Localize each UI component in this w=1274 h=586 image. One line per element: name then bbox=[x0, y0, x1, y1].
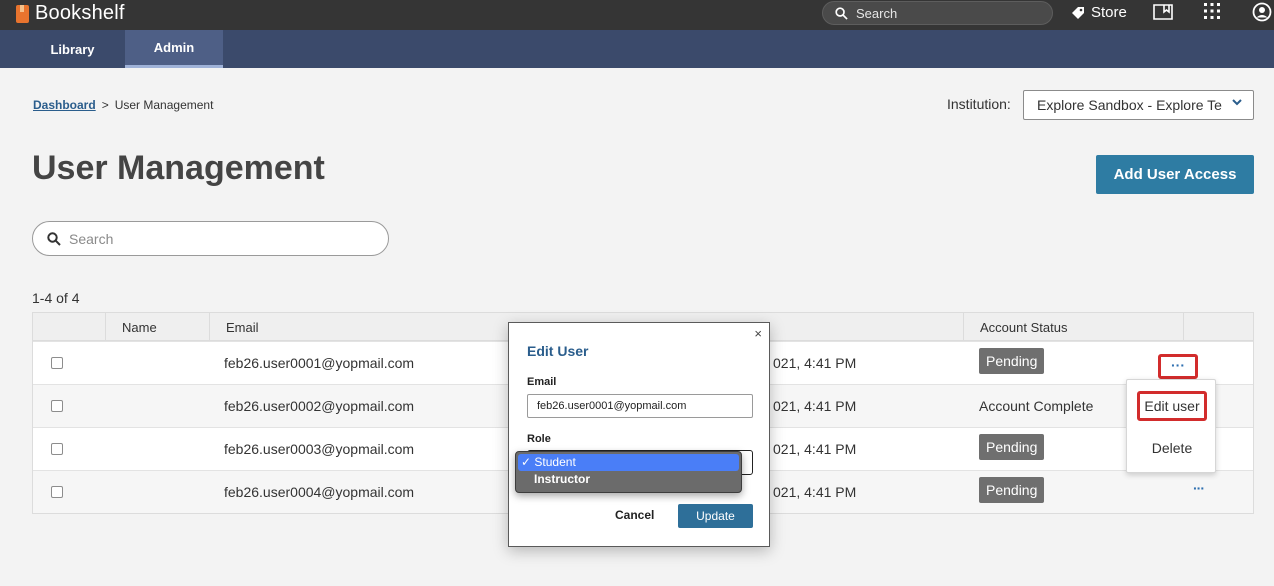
app-logo[interactable]: Bookshelf bbox=[16, 2, 125, 25]
store-label: Store bbox=[1091, 4, 1127, 21]
role-dropdown-list: ✓ Student Instructor bbox=[515, 451, 742, 493]
header-name[interactable]: Name bbox=[105, 313, 209, 341]
row-actions-menu: Edit user Delete bbox=[1126, 379, 1216, 473]
store-link[interactable]: Store bbox=[1071, 4, 1127, 21]
role-option-student[interactable]: ✓ Student bbox=[518, 454, 739, 471]
breadcrumb: Dashboard > User Management bbox=[33, 98, 213, 112]
cancel-button[interactable]: Cancel bbox=[615, 508, 654, 522]
breadcrumb-separator: > bbox=[101, 98, 109, 112]
global-search-placeholder: Search bbox=[856, 5, 898, 21]
institution-selected-value: Explore Sandbox - Explore Te bbox=[1037, 97, 1222, 113]
row-checkbox[interactable] bbox=[51, 357, 63, 369]
account-icon[interactable] bbox=[1252, 2, 1272, 27]
row-checkbox[interactable] bbox=[51, 486, 63, 498]
status-badge: Pending bbox=[979, 348, 1045, 374]
role-option-label: Student bbox=[534, 455, 576, 469]
row-date: 021, 4:41 PM bbox=[773, 484, 857, 500]
nav-bar: Library Admin bbox=[0, 30, 1274, 68]
edit-user-menu-item[interactable]: Edit user bbox=[1137, 391, 1207, 421]
row-email: feb26.user0004@yopmail.com bbox=[224, 484, 415, 500]
header-email[interactable]: Email bbox=[209, 313, 541, 341]
tag-icon bbox=[1072, 6, 1084, 19]
status-badge: Pending bbox=[979, 434, 1045, 460]
page-title: User Management bbox=[32, 149, 325, 187]
chevron-down-icon bbox=[1227, 96, 1243, 111]
role-option-instructor[interactable]: Instructor bbox=[518, 471, 739, 488]
breadcrumb-current: User Management bbox=[114, 98, 214, 112]
row-actions-button[interactable]: ··· bbox=[1193, 480, 1205, 496]
row-date: 021, 4:41 PM bbox=[773, 441, 857, 457]
row-date: 021, 4:41 PM bbox=[773, 398, 857, 414]
institution-select[interactable]: Explore Sandbox - Explore Te bbox=[1023, 90, 1254, 120]
add-user-access-button[interactable]: Add User Access bbox=[1096, 155, 1254, 194]
row-checkbox[interactable] bbox=[51, 400, 63, 412]
search-icon bbox=[835, 6, 848, 20]
breadcrumb-dashboard-link[interactable]: Dashboard bbox=[33, 98, 96, 112]
results-count: 1-4 of 4 bbox=[32, 290, 80, 306]
top-bar: Bookshelf Search Store bbox=[0, 0, 1274, 30]
global-search-input[interactable]: Search bbox=[822, 1, 1053, 25]
search-icon bbox=[47, 231, 61, 246]
modal-title: Edit User bbox=[527, 343, 589, 359]
user-search-placeholder: Search bbox=[69, 230, 114, 247]
user-search-input[interactable]: Search bbox=[32, 221, 389, 256]
tab-library[interactable]: Library bbox=[20, 30, 125, 68]
app-title: Bookshelf bbox=[35, 2, 125, 24]
row-actions-button-highlighted[interactable]: ··· bbox=[1158, 354, 1198, 379]
row-email: feb26.user0003@yopmail.com bbox=[224, 441, 415, 457]
institution-label: Institution: bbox=[947, 96, 1011, 112]
row-email: feb26.user0001@yopmail.com bbox=[224, 355, 415, 371]
update-button[interactable]: Update bbox=[678, 504, 753, 528]
bookshelf-logo-icon bbox=[16, 4, 29, 23]
checkmark-icon: ✓ bbox=[521, 455, 532, 469]
row-email: feb26.user0002@yopmail.com bbox=[224, 398, 415, 414]
status-text: Account Complete bbox=[979, 398, 1094, 414]
tab-admin[interactable]: Admin bbox=[125, 30, 223, 68]
role-label: Role bbox=[527, 433, 551, 445]
apps-grid-icon[interactable] bbox=[1203, 2, 1221, 25]
delete-menu-item[interactable]: Delete bbox=[1127, 440, 1217, 456]
header-actions bbox=[1183, 313, 1253, 341]
bookmark-icon[interactable] bbox=[1152, 2, 1174, 27]
header-account-status[interactable]: Account Status bbox=[963, 313, 1183, 341]
row-date: 021, 4:41 PM bbox=[773, 355, 857, 371]
email-field[interactable]: feb26.user0001@yopmail.com bbox=[527, 394, 753, 418]
email-label: Email bbox=[527, 376, 557, 388]
row-checkbox[interactable] bbox=[51, 443, 63, 455]
edit-user-modal: × Edit User Email feb26.user0001@yopmail… bbox=[508, 322, 770, 547]
status-badge: Pending bbox=[979, 477, 1045, 503]
close-icon[interactable]: × bbox=[754, 326, 762, 341]
